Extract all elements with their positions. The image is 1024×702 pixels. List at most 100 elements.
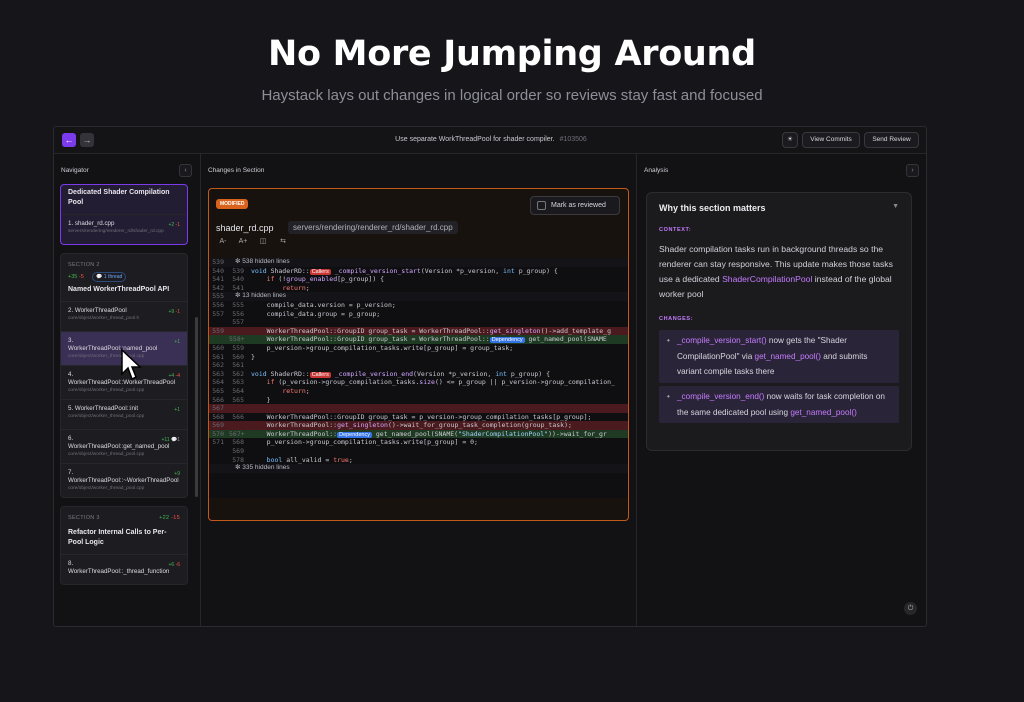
section-title: Named WorkerThreadPool API: [68, 286, 170, 293]
add-count: +11: [161, 437, 170, 443]
code-line: 557: [232, 318, 244, 327]
code-line: 557 556 compile_data.group = p_group;: [212, 309, 381, 318]
list-item[interactable]: 6. WorkerThreadPool::get_named_pool core…: [61, 429, 187, 463]
dependency-pill[interactable]: Dependency: [337, 431, 372, 438]
analysis-collapse-icon[interactable]: ›: [906, 164, 919, 177]
del-count: -5: [78, 274, 84, 280]
code-line: 563 562 void ShaderRD:: Callers _compile_ve…: [212, 369, 551, 378]
code-view: 539 ✼ 538 hidden lines 540 539 void ShaderR…: [209, 258, 628, 498]
file-name: 6. WorkerThreadPool::get_named_pool: [68, 435, 170, 450]
section-label: SECTION 2: [68, 262, 100, 268]
del-count: -4: [175, 373, 180, 379]
code-line: 569: [232, 447, 244, 456]
mark-reviewed-checkbox[interactable]: Mark as reviewed: [530, 196, 620, 215]
code-line: 568 566 WorkerThreadPool::GroupID group_t…: [212, 412, 592, 421]
code-line: 565 564 return;: [212, 386, 310, 395]
diff-stat: +9 -1: [168, 309, 180, 315]
callers-pill[interactable]: Callers: [309, 371, 331, 378]
del-count: -6: [175, 562, 180, 568]
diff-stat: +1: [174, 407, 180, 413]
code-line-removed: 567: [209, 404, 628, 413]
change-fn[interactable]: _compile_version_end(): [677, 392, 764, 401]
pr-number: #103506: [559, 136, 587, 143]
add-count: +35: [68, 274, 78, 280]
list-item[interactable]: 5. WorkerThreadPool::init core/object/wo…: [61, 399, 187, 429]
thread-badge: 💬 1 thread: [92, 272, 127, 282]
code-line: 578 bool all_valid = true;: [232, 455, 353, 464]
section-stats: +22 -15: [159, 515, 180, 521]
add-count: +9: [174, 471, 180, 477]
diff-stat: +6 -6: [168, 562, 180, 568]
app-window: ← → Use separate WorkThreadPool for shad…: [53, 126, 927, 627]
context-accent[interactable]: ShaderCompilationPool: [722, 274, 812, 284]
section-title: Refactor Internal Calls to Per-Pool Logi…: [68, 529, 167, 546]
code-line: 542 541 return;: [212, 283, 310, 292]
diff-stat: +11 💬1: [161, 437, 180, 443]
navigator-collapse-icon[interactable]: ‹: [179, 164, 192, 177]
wrap-icon[interactable]: ⇆: [276, 236, 290, 248]
navigator-title: Navigator: [61, 167, 89, 174]
chevron-down-icon[interactable]: ▼: [892, 203, 899, 210]
why-title: Why this section matters: [659, 203, 766, 213]
font-increase-button[interactable]: A+: [236, 236, 250, 248]
file-path: servers/rendering/renderer_rd/shader_rd.…: [288, 221, 458, 234]
section-card[interactable]: Dedicated Shader Compilation Pool 1. sha…: [60, 184, 188, 245]
context-text: Shader compilation tasks run in backgrou…: [659, 242, 903, 302]
list-item[interactable]: 7. WorkerThreadPool::~WorkerThreadPool c…: [61, 463, 187, 497]
checkbox-icon: [537, 201, 546, 210]
changes-title: Changes in Section: [208, 167, 265, 174]
bullet-icon: •: [667, 392, 670, 401]
code-line: 541 540 if (!group_enabled[p_group]) {: [212, 275, 385, 284]
list-item[interactable]: 1. shader_rd.cpp servers/rendering/rende…: [61, 214, 187, 244]
hidden-lines[interactable]: 539 ✼ 538 hidden lines: [209, 258, 628, 267]
add-count: +6: [168, 562, 175, 568]
divider: [636, 154, 637, 626]
change-fn[interactable]: get_named_pool(): [790, 408, 856, 417]
diff-stat: +1: [174, 339, 180, 345]
add-count: +1: [174, 339, 180, 345]
file-name: 7. WorkerThreadPool::~WorkerThreadPool: [68, 469, 179, 484]
callers-pill[interactable]: Callers: [309, 268, 331, 275]
hidden-lines[interactable]: 555 ✼ 13 hidden lines: [209, 292, 628, 301]
file-path: core/object/worker_thread_pool.h: [68, 316, 140, 321]
del-count: -1: [175, 222, 180, 228]
power-icon[interactable]: ⏻: [904, 602, 917, 615]
file-path: core/object/worker_thread_pool.cpp: [68, 414, 145, 419]
list-item[interactable]: 2. WorkerThreadPool core/object/worker_t…: [61, 301, 187, 331]
add-count: +1: [174, 407, 180, 413]
hidden-lines-label: ✼ 538 hidden lines: [235, 258, 290, 267]
del-count: -15: [171, 515, 180, 521]
code-line: 561 560}: [212, 352, 255, 361]
sun-icon[interactable]: ☀: [782, 132, 798, 148]
why-section-card: Why this section matters ▼ CONTEXT: Shad…: [646, 192, 912, 451]
hidden-lines-text: 13 hidden lines: [242, 292, 286, 300]
file-path: servers/rendering/renderer_rd/shader_rd.…: [68, 229, 164, 234]
file-path: core/object/worker_thread_pool.cpp: [68, 388, 145, 393]
section-card[interactable]: SECTION 3 +22 -15 Refactor Internal Call…: [60, 506, 188, 585]
change-item: • _compile_version_start() now gets the "…: [659, 330, 899, 383]
send-review-button[interactable]: Send Review: [864, 132, 919, 148]
section-stats: +35 -5 💬 1 thread: [61, 272, 187, 282]
view-commits-button[interactable]: View Commits: [802, 132, 860, 148]
top-bar: ← → Use separate WorkThreadPool for shad…: [54, 127, 926, 154]
del-count: -1: [175, 309, 180, 315]
section-title: Dedicated Shader Compilation Pool: [68, 189, 170, 206]
code-line: 562 561: [212, 361, 244, 370]
mouse-cursor-icon: [121, 348, 142, 381]
file-path: core/object/worker_thread_pool.cpp: [68, 452, 145, 457]
section-label-text: SECTION 3: [68, 515, 100, 521]
diff-stat: +2 -1: [168, 222, 180, 228]
hidden-lines[interactable]: ✼ 335 hidden lines: [209, 464, 628, 473]
split-view-icon[interactable]: ◫: [256, 236, 270, 248]
change-fn[interactable]: get_named_pool(): [755, 352, 821, 361]
dependency-pill[interactable]: Dependency: [489, 337, 525, 344]
bullet-icon: •: [667, 336, 670, 345]
scrollbar[interactable]: [195, 317, 198, 497]
list-item[interactable]: 8. WorkerThreadPool::_thread_function +6…: [61, 554, 187, 584]
font-decrease-button[interactable]: A-: [216, 236, 230, 248]
file-name: 8. WorkerThreadPool::_thread_function: [68, 560, 170, 575]
diff-stat: +9: [174, 471, 180, 477]
add-count: +22: [159, 515, 170, 521]
change-fn[interactable]: _compile_version_start(): [677, 336, 767, 345]
add-count: +2: [168, 222, 175, 228]
